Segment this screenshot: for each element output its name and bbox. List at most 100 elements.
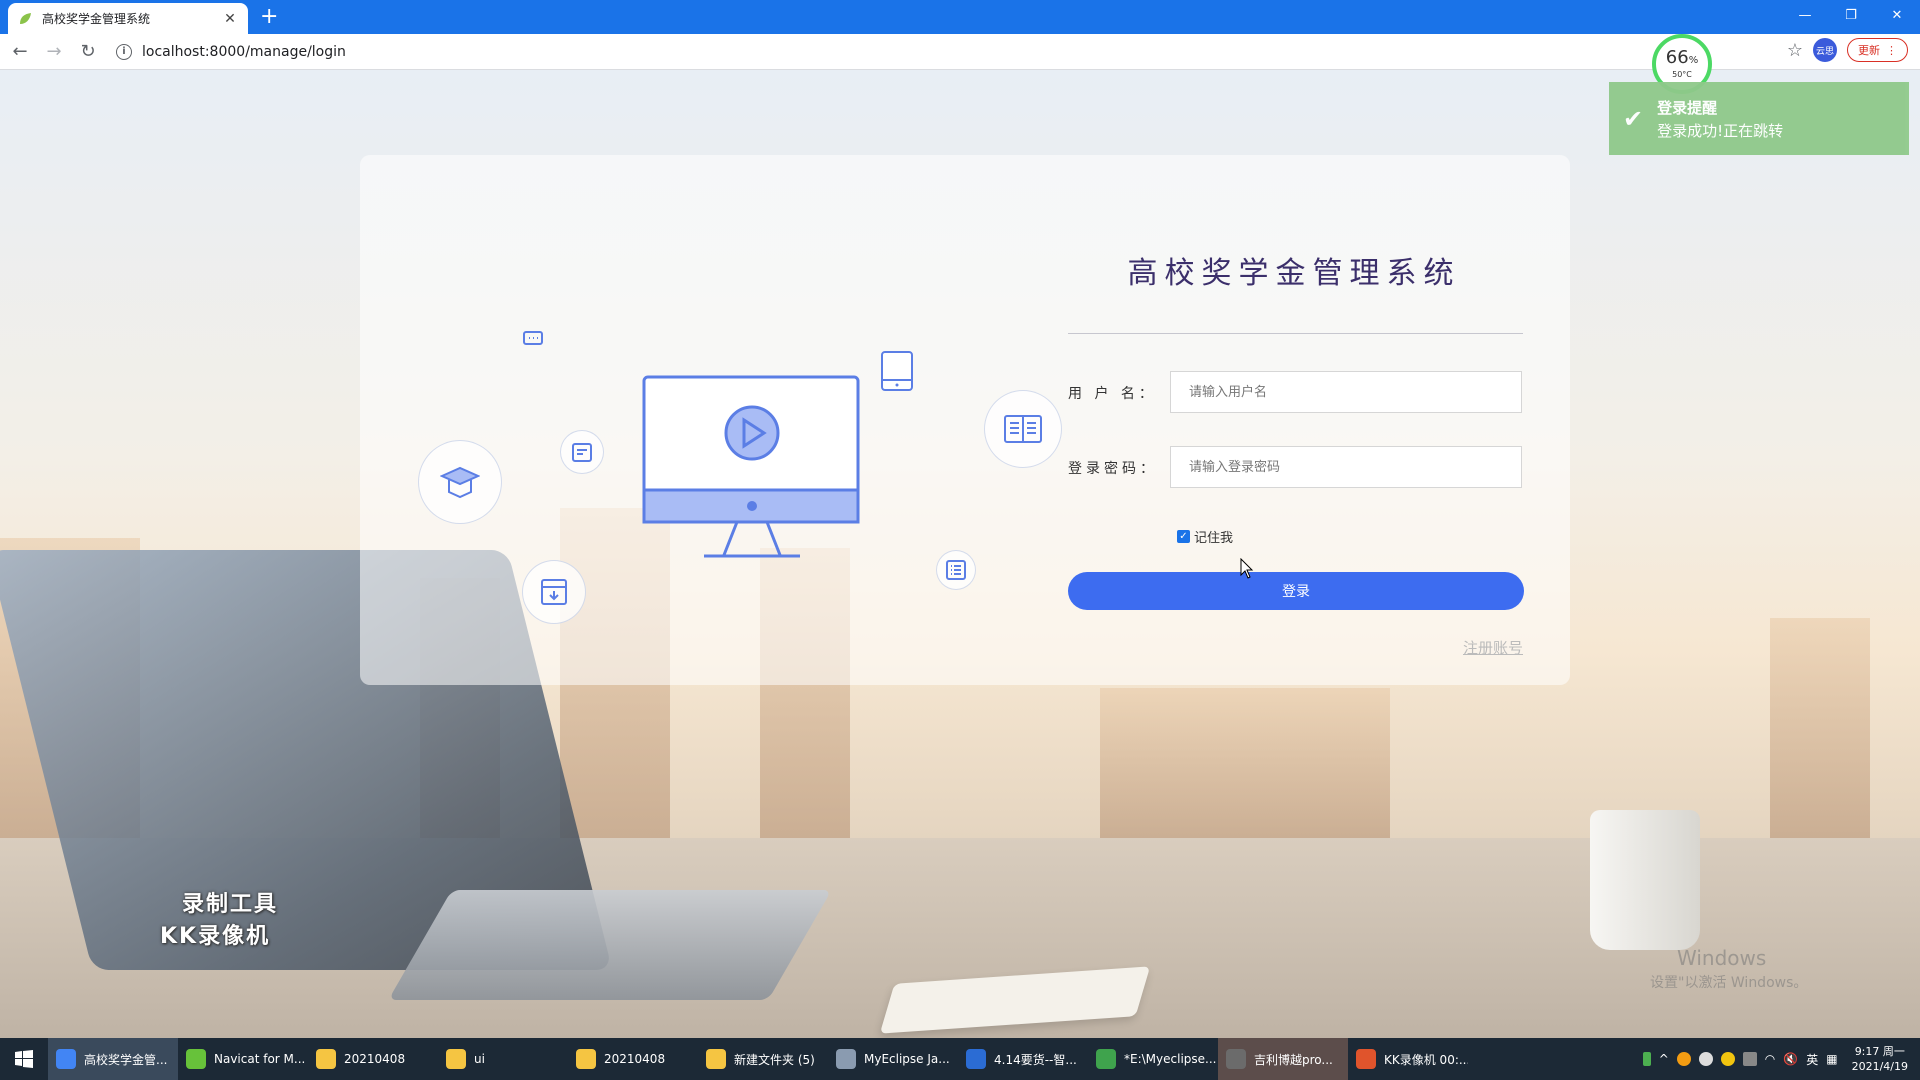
reload-icon[interactable]: ↻: [74, 38, 102, 66]
ime-grid-icon[interactable]: ▦: [1826, 1052, 1837, 1066]
windows-start-icon[interactable]: [0, 1038, 48, 1080]
taskbar-app-icon: [186, 1049, 206, 1069]
window-controls: — ❐ ✕: [1782, 0, 1920, 30]
login-success-toast: ✔ 登录提醒 登录成功!正在跳转: [1609, 82, 1909, 155]
taskbar-item-label: 高校奖学金管...: [84, 1052, 168, 1067]
password-label: 登录密码：: [1068, 461, 1158, 477]
mug-image: [1590, 810, 1700, 950]
taskbar-item-label: 20210408: [344, 1052, 406, 1066]
taskbar-item[interactable]: 20210408: [308, 1038, 438, 1080]
clock-time: 9:17 周一: [1854, 1045, 1905, 1058]
close-window-icon[interactable]: ✕: [1874, 0, 1920, 30]
browser-toolbar: ← → ↻ i localhost:8000/manage/login ☆ 云思…: [0, 34, 1920, 70]
check-icon: ✔: [1623, 104, 1644, 133]
tray-app-icon[interactable]: [1720, 1052, 1735, 1066]
password-input[interactable]: [1170, 446, 1522, 488]
taskbar-item[interactable]: 20210408: [568, 1038, 698, 1080]
wifi-icon[interactable]: ◠: [1765, 1052, 1775, 1066]
toast-title: 登录提醒: [1657, 98, 1718, 117]
taskbar-item-label: 新建文件夹 (5): [734, 1052, 815, 1067]
clock[interactable]: 9:17 周一 2021/4/19: [1852, 1044, 1908, 1074]
clock-date: 2021/4/19: [1851, 1060, 1908, 1073]
network-icon[interactable]: [1742, 1052, 1757, 1066]
taskbar-item[interactable]: *E:\Myeclipse...: [1088, 1038, 1218, 1080]
back-arrow-icon[interactable]: ←: [6, 38, 34, 66]
windows-taskbar: 高校奖学金管... Navicat for M... 20210408 ui 20210…: [0, 1038, 1920, 1080]
taskbar-item[interactable]: 新建文件夹 (5): [698, 1038, 828, 1080]
recorder-watermark-line1: 录制工具: [182, 892, 279, 917]
tray-app-icon[interactable]: [1698, 1052, 1713, 1066]
tray-app-icon[interactable]: [1676, 1052, 1691, 1066]
taskbar-app-icon: [1096, 1049, 1116, 1069]
taskbar-item[interactable]: 4.14要货--智...: [958, 1038, 1088, 1080]
browser-tab-bar: 高校奖学金管理系统 ✕ + — ❐ ✕: [0, 0, 1920, 34]
forward-arrow-icon[interactable]: →: [40, 38, 68, 66]
address-bar[interactable]: localhost:8000/manage/login: [142, 44, 346, 60]
taskbar-item[interactable]: 高校奖学金管...: [48, 1038, 178, 1080]
perf-percent: 66%: [1666, 49, 1698, 70]
recorder-watermark: 录制工具 KK录像机: [160, 886, 278, 950]
taskbar-app-icon: [56, 1049, 76, 1069]
taskbar-app-icon: [446, 1049, 466, 1069]
tray-expand-icon[interactable]: ^: [1659, 1052, 1669, 1066]
download-box-icon: [522, 560, 586, 624]
taskbar-app-icon: [1356, 1049, 1376, 1069]
taskbar-app-icon: [966, 1049, 986, 1069]
minimize-icon[interactable]: —: [1782, 0, 1828, 30]
activate-windows-message: 设置"以激活 Windows。: [1650, 975, 1808, 991]
taskbar-item[interactable]: KK录像机 00:...: [1348, 1038, 1468, 1080]
taskbar-item-label: ui: [474, 1052, 485, 1066]
system-tray: ^ ◠ 🔇 英 ▦ 9:17 周一 2021/4/19: [1642, 1038, 1920, 1080]
new-tab-button[interactable]: +: [260, 4, 278, 30]
checkmark-icon[interactable]: ✓: [1177, 530, 1190, 543]
browser-tab[interactable]: 高校奖学金管理系统 ✕: [8, 3, 248, 34]
profile-avatar[interactable]: 云思: [1813, 38, 1837, 62]
taskbar-item-label: Navicat for M...: [214, 1052, 306, 1066]
taskbar-item-label: 20210408: [604, 1052, 666, 1066]
taskbar-item[interactable]: ui: [438, 1038, 568, 1080]
mouse-cursor-icon: [1240, 558, 1254, 579]
taskbar-apps: 高校奖学金管... Navicat for M... 20210408 ui 20210…: [48, 1038, 1468, 1080]
login-button[interactable]: 登录: [1068, 572, 1524, 610]
taskbar-app-icon: [576, 1049, 596, 1069]
taskbar-app-icon: [316, 1049, 336, 1069]
taskbar-item-label: 吉利博越pro...: [1254, 1052, 1333, 1067]
taskbar-item-label: KK录像机 00:...: [1384, 1052, 1468, 1067]
update-label: 更新: [1858, 44, 1880, 57]
chat-icon: [523, 331, 543, 345]
taskbar-item-label: 4.14要货--智...: [994, 1052, 1077, 1067]
taskbar-app-icon: [1226, 1049, 1246, 1069]
toast-message: 登录成功!正在跳转: [1657, 121, 1784, 140]
laptop-keyboard-image: [388, 890, 832, 1000]
tab-close-icon[interactable]: ✕: [222, 11, 238, 27]
input-language[interactable]: 英: [1806, 1051, 1818, 1068]
taskbar-item[interactable]: 吉利博越pro...: [1218, 1038, 1348, 1080]
battery-icon[interactable]: [1642, 1052, 1651, 1066]
kebab-menu-icon: ⋮: [1886, 43, 1897, 57]
tab-title: 高校奖学金管理系统: [42, 12, 151, 26]
perf-percent-value: 66: [1665, 47, 1689, 68]
taskbar-app-icon: [706, 1049, 726, 1069]
volume-muted-icon[interactable]: 🔇: [1783, 1052, 1798, 1066]
book-icon: [984, 390, 1062, 468]
bookmark-star-icon[interactable]: ☆: [1787, 40, 1803, 61]
city-building: [1770, 618, 1870, 838]
taskbar-item[interactable]: MyEclipse Ja...: [828, 1038, 958, 1080]
taskbar-item-label: *E:\Myeclipse...: [1124, 1052, 1217, 1066]
register-link[interactable]: 注册账号: [1463, 637, 1523, 658]
taskbar-app-icon: [836, 1049, 856, 1069]
remember-me-checkbox[interactable]: ✓ 记住我: [1177, 527, 1233, 546]
city-building: [1100, 688, 1390, 838]
taskbar-item-label: MyEclipse Ja...: [864, 1052, 950, 1066]
graduation-cap-icon: [418, 440, 502, 524]
recorder-watermark-line2: KK录像机: [160, 924, 271, 949]
taskbar-item[interactable]: Navicat for M...: [178, 1038, 308, 1080]
site-info-icon[interactable]: i: [116, 43, 132, 60]
remember-me-label: 记住我: [1194, 531, 1234, 546]
update-button[interactable]: 更新 ⋮: [1847, 38, 1908, 62]
list-icon: [936, 550, 976, 590]
monitor-play-illustration: [642, 375, 860, 558]
perf-temperature: 50°C: [1672, 70, 1692, 79]
username-input[interactable]: [1170, 371, 1522, 413]
restore-icon[interactable]: ❐: [1828, 0, 1874, 30]
